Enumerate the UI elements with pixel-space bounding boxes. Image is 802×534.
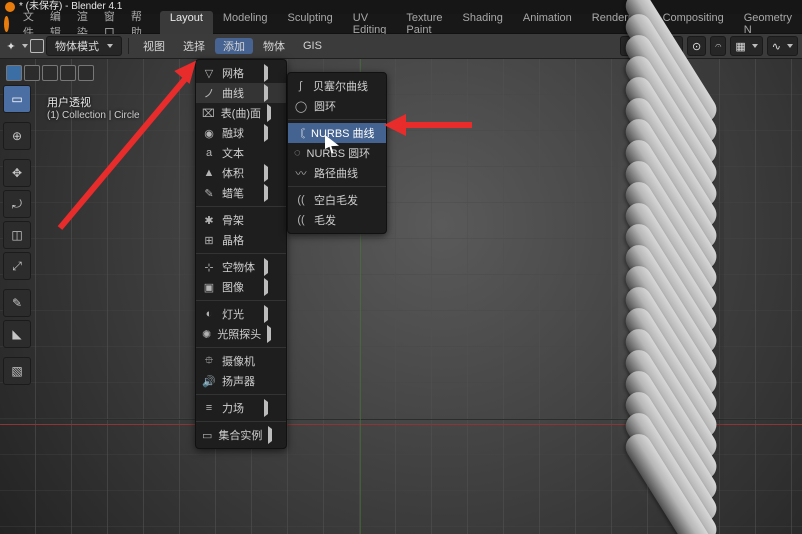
submenu-arrow-icon [264,64,268,82]
rendered-object-rope [618,45,724,534]
nurbs-curve-icon: 〘 [294,125,305,141]
camera-icon: ⯐ [202,352,216,371]
tab-shading[interactable]: Shading [453,11,513,37]
submenu-arrow-icon [264,124,268,142]
add-lightprobe[interactable]: ✺光照探头 [196,324,286,344]
select-subtract-icon[interactable] [42,65,58,81]
chevron-down-icon [107,44,113,48]
lightprobe-icon: ✺ [202,328,211,341]
add-speaker[interactable]: 🔊扬声器 [196,371,286,391]
curve-nurbs-circle[interactable]: ◌NURBS 圆环 [288,143,386,163]
menu-separator [196,253,286,254]
curve-circle[interactable]: ◯圆环 [288,96,386,116]
add-image[interactable]: ▣图像 [196,277,286,297]
submenu-arrow-icon [264,164,268,182]
add-collection-instance[interactable]: ▭集合实例 [196,425,286,445]
snap-options[interactable]: ▦ [730,36,762,56]
menu-separator [196,394,286,395]
add-lattice[interactable]: ⊞晶格 [196,230,286,250]
annotation-arrow-to-add-menu [60,51,230,231]
forcefield-icon: ≡ [202,402,216,414]
circle-icon: ◯ [294,100,308,113]
menu-separator [196,421,286,422]
submenu-arrow-icon [268,426,272,444]
collection-icon: ▭ [202,429,212,442]
header-gis[interactable]: GIS [295,40,330,52]
curve-nurbs-curve[interactable]: 〘NURBS 曲线 [288,123,386,143]
tool-transform[interactable]: ⤢ [3,252,31,280]
tab-animation[interactable]: Animation [513,11,582,37]
add-light[interactable]: ◐灯光 [196,304,286,324]
path-icon: 〰 [294,165,308,181]
submenu-arrow-icon [264,258,268,276]
select-box-icon[interactable] [6,65,22,81]
select-extend-icon[interactable] [24,65,40,81]
submenu-arrow-icon [267,325,271,343]
tab-layout[interactable]: Layout [160,11,213,37]
tool-add-primitive[interactable]: ▧ [3,357,31,385]
menu-separator [288,186,386,187]
tool-rotate[interactable]: ⤾ [3,190,31,218]
annotation-arrow-to-nurbs [388,117,478,137]
tab-geometry-nodes[interactable]: Geometry N [734,11,802,37]
empty-icon: ⊹ [202,261,216,274]
submenu-arrow-icon [264,84,268,102]
image-icon: ▣ [202,281,216,294]
chevron-down-icon [787,44,793,48]
tool-measure[interactable]: ◣ [3,320,31,348]
chevron-down-icon [752,44,758,48]
tool-scale[interactable]: ◫ [3,221,31,249]
add-empty[interactable]: ⊹空物体 [196,257,286,277]
submenu-arrow-icon [264,184,268,202]
tool-select[interactable]: ▭ [3,85,31,113]
curve-hair-empty[interactable]: ((空白毛发 [288,190,386,210]
submenu-arrow-icon [264,305,268,323]
add-camera[interactable]: ⯐摄像机 [196,351,286,371]
add-forcefield[interactable]: ≡力场 [196,398,286,418]
top-menu: 文件 编辑 渲染 窗口 帮助 Layout Modeling Sculpting… [0,14,802,34]
curve-bezier[interactable]: ʃ贝塞尔曲线 [288,76,386,96]
blender-logo-icon [5,2,15,12]
tab-modeling[interactable]: Modeling [213,11,278,37]
submenu-arrow-icon [267,104,271,122]
speaker-icon: 🔊 [202,375,216,388]
submenu-arrow-icon [264,399,268,417]
tool-cursor[interactable]: ⊕ [3,122,31,150]
hair-icon: (( [294,194,308,206]
curve-path[interactable]: 〰路径曲线 [288,163,386,183]
nurbs-circle-icon: ◌ [294,147,301,159]
light-icon: ◐ [202,308,216,320]
submenu-arrow-icon [264,278,268,296]
tool-column: ▭ ⊕ ✥ ⤾ ◫ ⤢ ✎ ◣ ▧ [3,85,31,385]
hair-icon: (( [294,214,308,226]
tool-move[interactable]: ✥ [3,159,31,187]
mode-selector-icon[interactable] [30,39,44,53]
header-object[interactable]: 物体 [255,38,293,54]
curve-submenu: ʃ贝塞尔曲线 ◯圆环 〘NURBS 曲线 ◌NURBS 圆环 〰路径曲线 ((空… [287,72,387,234]
bezier-icon: ʃ [294,80,307,92]
blender-icon [4,16,9,32]
proportional-edit[interactable]: ∿ [767,36,798,56]
tool-annotate[interactable]: ✎ [3,289,31,317]
workspace-tabs: Layout Modeling Sculpting UV Editing Tex… [160,11,802,37]
chevron-down-icon [22,44,28,48]
tab-texture-paint[interactable]: Texture Paint [396,11,452,37]
menu-separator [196,347,286,348]
menu-separator [196,300,286,301]
menu-separator [288,119,386,120]
editor-selector-icon[interactable]: ✦ [4,40,18,53]
tab-sculpting[interactable]: Sculpting [278,11,343,37]
curve-hair[interactable]: ((毛发 [288,210,386,230]
viewport[interactable]: 用户透视 (1) Collection | Circle ▭ ⊕ ✥ ⤾ ◫ ⤢… [0,59,802,534]
lattice-icon: ⊞ [202,234,216,247]
tab-uv-editing[interactable]: UV Editing [343,11,397,37]
